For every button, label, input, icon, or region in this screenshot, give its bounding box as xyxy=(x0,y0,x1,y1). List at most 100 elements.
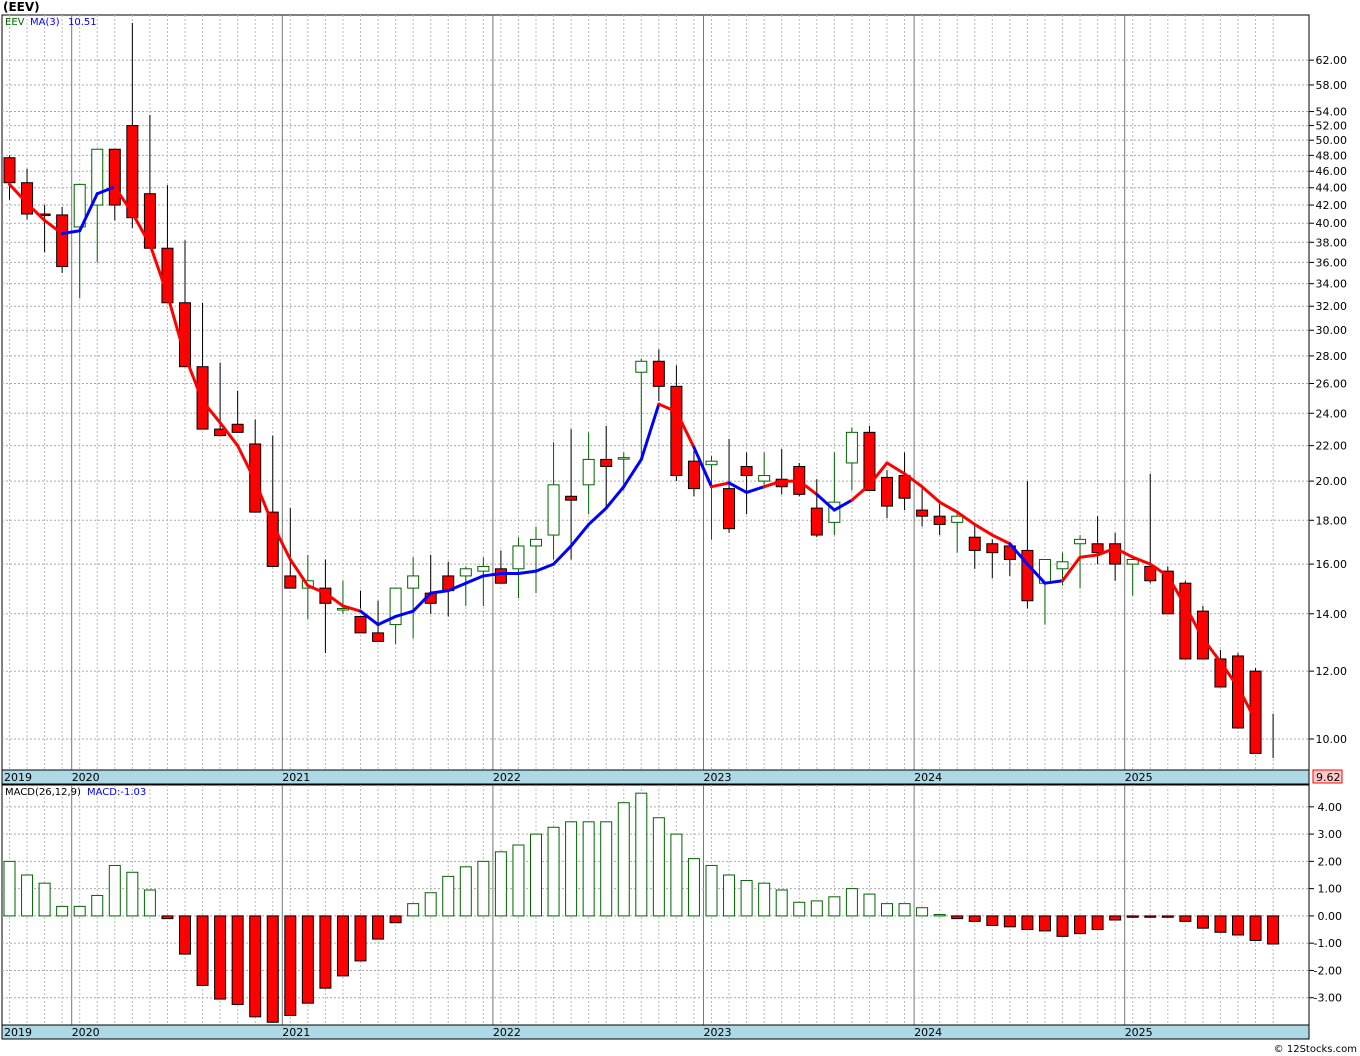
macd-bar-positive xyxy=(56,905,69,917)
price-y-tick-label: 46.00 xyxy=(1316,165,1348,178)
macd-bar-positive xyxy=(881,903,893,917)
macd-bar-positive xyxy=(91,894,104,917)
price-x-year-label: 2019 xyxy=(4,771,32,784)
candle-down xyxy=(652,360,665,387)
macd-bar-negative xyxy=(249,915,262,1018)
macd-bar-negative xyxy=(1109,915,1122,921)
macd-bar-negative xyxy=(1196,915,1209,929)
macd-bar-positive xyxy=(775,889,788,917)
candle-down xyxy=(56,214,69,268)
candle-up xyxy=(1074,538,1087,545)
macd-bar-positive xyxy=(793,901,806,917)
candle-down xyxy=(3,157,16,184)
macd-bar-positive xyxy=(477,860,490,917)
macd-x-year-label: 2023 xyxy=(704,1026,732,1039)
candle-up xyxy=(336,608,349,611)
macd-bar-negative xyxy=(1161,915,1174,918)
macd-x-year-label: 2021 xyxy=(282,1026,310,1039)
candle-down xyxy=(372,632,385,642)
macd-bar-negative xyxy=(1091,915,1104,931)
candle-up xyxy=(477,565,490,572)
macd-bar-negative xyxy=(389,915,402,924)
price-y-tick-label: 36.00 xyxy=(1316,256,1348,269)
macd-bar-positive xyxy=(21,874,34,917)
macd-bar-positive xyxy=(845,888,858,917)
macd-y-axis: 4.00 3.00 2.00 1.00 0.00 -1.00 -2.00 -3.00 xyxy=(1309,801,1342,1005)
macd-bar-positive xyxy=(530,833,542,917)
price-y-tick-label: 54.00 xyxy=(1316,106,1348,119)
macd-y-tick-label: 4.00 xyxy=(1318,801,1343,814)
macd-y-tick-label: -2.00 xyxy=(1314,964,1342,977)
macd-legend-label: MACD(26,12,9) xyxy=(5,787,81,798)
macd-bar-positive xyxy=(810,900,823,917)
price-y-tick-label: 26.00 xyxy=(1316,377,1348,390)
chart-svg: 62.00 58.00 54.0052.0050.00 48.00 46.00 44.00… xyxy=(1,0,1357,1055)
footer-credit: © 12Stocks.com xyxy=(1274,1044,1357,1055)
price-x-axis-band xyxy=(1,769,1310,785)
macd-bar-negative xyxy=(266,915,279,1023)
price-y-tick-label: 40.00 xyxy=(1316,217,1348,230)
macd-bar-positive xyxy=(126,871,139,917)
price-legend-ma-label: MA(3) xyxy=(30,17,60,28)
price-y-tick-label: 34.00 xyxy=(1316,278,1348,291)
macd-bar-negative xyxy=(1003,915,1016,928)
price-y-tick-label: 48.00 xyxy=(1316,149,1348,162)
price-y-tick-label: 28.00 xyxy=(1316,350,1348,363)
candle-down xyxy=(968,536,981,551)
price-y-tick-label: 10.00 xyxy=(1316,733,1348,746)
candle-down xyxy=(810,507,823,536)
candle-down xyxy=(231,423,244,433)
macd-bar-negative xyxy=(1179,915,1192,922)
macd-bar-positive xyxy=(459,866,472,917)
macd-y-tick-label: 2.00 xyxy=(1318,855,1343,868)
macd-bar-positive xyxy=(828,896,841,917)
macd-bar-negative xyxy=(1232,915,1244,936)
candle-down xyxy=(687,460,700,490)
candle-down xyxy=(881,476,893,507)
macd-bar-negative xyxy=(161,915,174,920)
macd-bar-negative xyxy=(1267,915,1280,945)
macd-bar-positive xyxy=(758,882,771,917)
price-x-year-label: 2025 xyxy=(1125,771,1153,784)
candle-up xyxy=(512,545,525,570)
price-y-tick-label: 62.00 xyxy=(1316,54,1348,67)
macd-x-axis-band xyxy=(1,1024,1310,1040)
macd-bar-negative xyxy=(372,915,385,940)
macd-bar-positive xyxy=(933,914,946,917)
candle-down xyxy=(916,509,929,517)
macd-bar-negative xyxy=(336,915,349,977)
candle-down xyxy=(1196,610,1209,660)
macd-bar-positive xyxy=(494,851,507,917)
macd-bar-negative xyxy=(1056,915,1069,937)
macd-bar-negative xyxy=(1126,915,1139,918)
candle-up xyxy=(530,538,542,547)
macd-bar-positive xyxy=(863,893,876,917)
candle-down xyxy=(108,148,121,206)
macd-bar-positive xyxy=(3,860,16,917)
macd-bar-positive xyxy=(73,905,86,917)
macd-bar-negative xyxy=(1074,915,1087,935)
macd-y-tick-label: -1.00 xyxy=(1314,937,1342,950)
candle-down xyxy=(723,488,736,530)
price-y-tick-label: 58.00 xyxy=(1316,79,1348,92)
price-y-tick-label: 12.00 xyxy=(1316,665,1348,678)
macd-bar-negative xyxy=(1249,915,1262,941)
candle-down xyxy=(600,458,613,467)
candle-down xyxy=(1144,565,1157,582)
macd-x-year-label: 2024 xyxy=(914,1026,942,1039)
price-y-tick-label: 22.00 xyxy=(1316,440,1348,453)
macd-bar-positive xyxy=(705,864,718,917)
macd-bar-positive xyxy=(442,875,455,917)
macd-bar-positive xyxy=(617,802,630,917)
price-legend-ma-value: 10.51 xyxy=(68,17,97,28)
candle-down xyxy=(986,543,999,554)
symbol-title: (EEV) xyxy=(3,0,40,14)
candle-up xyxy=(617,457,630,460)
last-price-label: 9.62 xyxy=(1316,771,1341,784)
macd-x-year-label: 2022 xyxy=(493,1026,521,1039)
macd-x-year-label: 2019 xyxy=(4,1026,32,1039)
price-x-year-label: 2024 xyxy=(914,771,942,784)
macd-bar-negative xyxy=(986,915,999,926)
macd-bar-positive xyxy=(407,903,420,917)
candle-up xyxy=(582,458,595,486)
